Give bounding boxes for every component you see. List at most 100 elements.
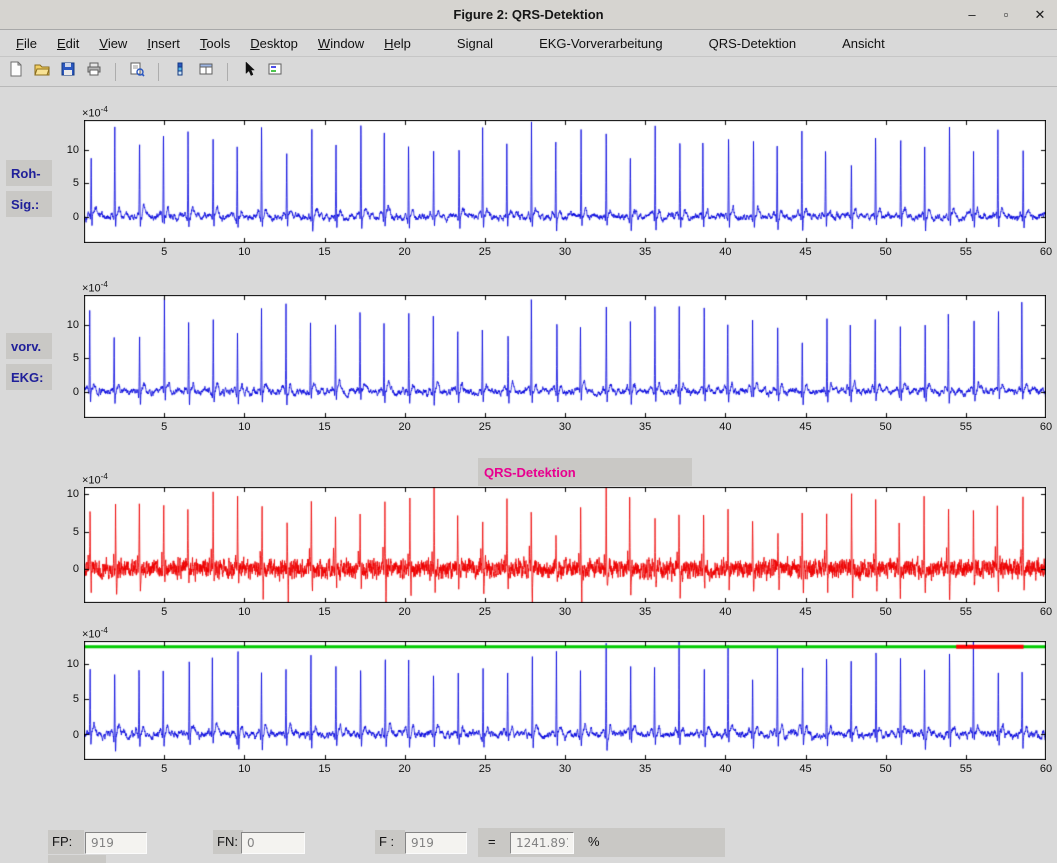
x-tick-label: 50 bbox=[880, 421, 892, 433]
x-tick-label: 25 bbox=[479, 421, 491, 433]
y-tick-label: 0 bbox=[73, 729, 79, 741]
x-tick-label: 5 bbox=[161, 606, 167, 618]
y-tick-label: 10 bbox=[67, 488, 79, 500]
fp-input[interactable] bbox=[85, 832, 147, 854]
f-label: F : bbox=[375, 830, 405, 854]
result-input[interactable] bbox=[510, 832, 574, 854]
x-tick-label: 25 bbox=[479, 606, 491, 618]
y-tick-label: 5 bbox=[73, 352, 79, 364]
print-button[interactable] bbox=[82, 60, 106, 84]
menu-ekg-vorverarbeitung[interactable]: EKG-Vorverarbeitung bbox=[529, 32, 673, 55]
detection-result-plot[interactable] bbox=[84, 641, 1046, 760]
axis-multiplier: ×10-4 bbox=[82, 105, 108, 120]
maximize-button[interactable]: ▫ bbox=[997, 6, 1015, 24]
x-tick-label: 5 bbox=[161, 763, 167, 775]
print-preview-icon bbox=[129, 61, 145, 82]
menu-desktop[interactable]: Desktop bbox=[240, 32, 308, 55]
menu-file[interactable]: File bbox=[6, 32, 47, 55]
plot-browser-icon bbox=[198, 61, 214, 82]
save-icon bbox=[60, 61, 76, 82]
colorbar-button[interactable] bbox=[168, 60, 192, 84]
fn-input[interactable] bbox=[241, 832, 305, 854]
x-tick-label: 60 bbox=[1040, 246, 1052, 258]
qrs-detection-plot[interactable] bbox=[84, 487, 1046, 603]
x-tick-label: 55 bbox=[960, 246, 972, 258]
x-tick-label: 45 bbox=[799, 606, 811, 618]
x-tick-label: 15 bbox=[318, 421, 330, 433]
x-tick-label: 10 bbox=[238, 606, 250, 618]
plot-browser-button[interactable] bbox=[194, 60, 218, 84]
preprocessed-label-line2: EKG: bbox=[6, 364, 52, 390]
preprocessed-label-line1: vorv. bbox=[6, 333, 52, 359]
x-tick-label: 5 bbox=[161, 421, 167, 433]
equals-label: = bbox=[484, 830, 500, 854]
menu-window[interactable]: Window bbox=[308, 32, 374, 55]
colorbar-icon bbox=[172, 61, 188, 82]
x-tick-label: 60 bbox=[1040, 763, 1052, 775]
x-tick-label: 50 bbox=[880, 246, 892, 258]
new-file-button[interactable] bbox=[4, 60, 28, 84]
x-tick-label: 35 bbox=[639, 246, 651, 258]
fn-label: FN: bbox=[213, 830, 243, 854]
menu-insert[interactable]: Insert bbox=[137, 32, 190, 55]
minimize-button[interactable]: – bbox=[963, 6, 981, 24]
x-tick-label: 50 bbox=[880, 763, 892, 775]
preprocessed-axes: ×10-4 510152025303540455055600510 bbox=[84, 295, 1046, 418]
figure-window: Figure 2: QRS-Detektion – ▫ ✕ File Edit … bbox=[0, 0, 1057, 863]
menu-signal[interactable]: Signal bbox=[447, 32, 503, 55]
pointer-button[interactable] bbox=[237, 60, 261, 84]
legend-icon bbox=[267, 61, 283, 82]
y-tick-label: 0 bbox=[73, 211, 79, 223]
titlebar[interactable]: Figure 2: QRS-Detektion – ▫ ✕ bbox=[0, 0, 1057, 30]
toolbar bbox=[0, 57, 1057, 87]
x-tick-label: 25 bbox=[479, 763, 491, 775]
save-button[interactable] bbox=[56, 60, 80, 84]
close-button[interactable]: ✕ bbox=[1031, 6, 1049, 24]
percent-label: % bbox=[584, 830, 604, 854]
print-icon bbox=[86, 61, 102, 82]
x-tick-label: 50 bbox=[880, 606, 892, 618]
x-tick-label: 55 bbox=[960, 606, 972, 618]
menu-edit[interactable]: Edit bbox=[47, 32, 89, 55]
x-tick-label: 20 bbox=[399, 763, 411, 775]
toolbar-separator bbox=[227, 63, 228, 81]
preprocessed-signal-plot[interactable] bbox=[84, 295, 1046, 418]
fp-label: FP: bbox=[48, 830, 84, 854]
raw-signal-plot[interactable] bbox=[84, 120, 1046, 243]
menu-tools[interactable]: Tools bbox=[190, 32, 240, 55]
x-tick-label: 45 bbox=[799, 421, 811, 433]
x-tick-label: 30 bbox=[559, 606, 571, 618]
menu-ansicht[interactable]: Ansicht bbox=[832, 32, 895, 55]
menu-help[interactable]: Help bbox=[374, 32, 421, 55]
y-tick-label: 5 bbox=[73, 526, 79, 538]
x-tick-label: 15 bbox=[318, 763, 330, 775]
x-tick-label: 55 bbox=[960, 763, 972, 775]
axis-multiplier: ×10-4 bbox=[82, 280, 108, 295]
open-folder-icon bbox=[34, 61, 50, 82]
pointer-icon bbox=[241, 61, 257, 82]
y-tick-label: 10 bbox=[67, 144, 79, 156]
toolbar-separator bbox=[115, 63, 116, 81]
y-tick-label: 0 bbox=[73, 563, 79, 575]
x-tick-label: 25 bbox=[479, 246, 491, 258]
print-preview-button[interactable] bbox=[125, 60, 149, 84]
menu-qrs-detektion[interactable]: QRS-Detektion bbox=[699, 32, 806, 55]
y-tick-label: 10 bbox=[67, 319, 79, 331]
x-tick-label: 5 bbox=[161, 246, 167, 258]
menu-view[interactable]: View bbox=[89, 32, 137, 55]
open-button[interactable] bbox=[30, 60, 54, 84]
x-tick-label: 20 bbox=[399, 421, 411, 433]
raw-signal-axes: ×10-4 510152025303540455055600510 bbox=[84, 120, 1046, 243]
x-tick-label: 10 bbox=[238, 421, 250, 433]
x-tick-label: 40 bbox=[719, 421, 731, 433]
detection-result-axes: ×10-4 510152025303540455055600510 bbox=[84, 641, 1046, 760]
f-input[interactable] bbox=[405, 832, 467, 854]
legend-button[interactable] bbox=[263, 60, 287, 84]
x-tick-label: 10 bbox=[238, 246, 250, 258]
clipped-control-stub bbox=[48, 855, 106, 863]
x-tick-label: 10 bbox=[238, 763, 250, 775]
x-tick-label: 60 bbox=[1040, 606, 1052, 618]
x-tick-label: 40 bbox=[719, 246, 731, 258]
x-tick-label: 40 bbox=[719, 606, 731, 618]
x-tick-label: 55 bbox=[960, 421, 972, 433]
